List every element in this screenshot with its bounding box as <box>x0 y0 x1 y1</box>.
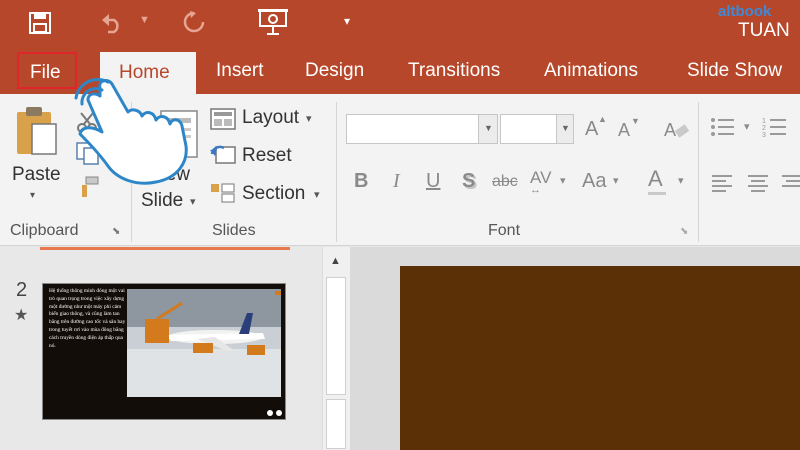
layout-button[interactable]: Layout <box>242 107 299 129</box>
shrink-arrow-icon: ▼ <box>631 116 640 126</box>
tab-insert[interactable]: Insert <box>216 60 264 82</box>
save-icon[interactable] <box>29 12 51 34</box>
align-right-icon[interactable] <box>782 174 800 192</box>
animation-star-icon[interactable]: ★ <box>14 305 28 325</box>
layout-dropdown-icon[interactable]: ▾ <box>306 112 312 125</box>
paste-icon[interactable] <box>14 106 58 156</box>
shrink-font-icon[interactable]: A <box>618 120 630 141</box>
font-color-dropdown-icon[interactable]: ▾ <box>678 174 684 187</box>
reset-button[interactable]: Reset <box>242 145 292 167</box>
chevron-down-icon: ▼ <box>484 123 493 133</box>
font-launcher-icon[interactable]: ⬊ <box>680 226 688 237</box>
airplane-deicing-image <box>127 289 281 397</box>
align-left-icon[interactable] <box>712 174 734 192</box>
repeat-icon[interactable] <box>182 10 206 34</box>
group-divider <box>698 102 699 242</box>
underline-button[interactable]: U <box>426 170 440 193</box>
italic-button[interactable]: I <box>393 170 400 193</box>
watermark-logo: altbook <box>718 3 772 20</box>
slides-group-label: Slides <box>212 222 256 239</box>
slide-number: 2 <box>16 279 28 301</box>
font-color-button[interactable]: A <box>648 166 663 192</box>
undo-icon[interactable] <box>100 12 126 34</box>
svg-text:3: 3 <box>762 132 766 138</box>
new-slide-dropdown-icon[interactable]: ▾ <box>190 195 196 208</box>
current-slide-canvas[interactable] <box>400 266 800 450</box>
spacing-dropdown-icon[interactable]: ▾ <box>560 174 566 187</box>
new-slide-button[interactable]: Slide <box>141 190 183 212</box>
start-slideshow-icon[interactable] <box>258 8 288 36</box>
thumbnail-text: Hệ thống thông minh đóng một vai trò qua… <box>49 288 126 349</box>
grow-font-icon[interactable]: A <box>585 118 598 141</box>
text-shadow-button[interactable]: S <box>462 170 475 193</box>
bullets-dropdown-icon[interactable]: ▾ <box>744 120 750 133</box>
svg-text:2: 2 <box>762 125 766 132</box>
user-name[interactable]: TUAN <box>738 20 790 42</box>
clear-formatting-icon[interactable]: A <box>664 118 690 140</box>
spacing-arrows-icon: ↔ <box>530 184 541 196</box>
clipboard-launcher-icon[interactable]: ⬊ <box>112 226 120 237</box>
numbering-icon[interactable]: 1 2 3 <box>762 116 788 138</box>
tab-animations[interactable]: Animations <box>544 60 638 82</box>
undo-dropdown-icon[interactable]: ▼ <box>139 14 150 26</box>
section-button[interactable]: Section <box>242 183 305 205</box>
chevron-down-icon: ▼ <box>561 123 570 133</box>
font-group-label: Font <box>488 222 521 239</box>
change-case-dropdown-icon[interactable]: ▾ <box>613 174 619 187</box>
scroll-indicator <box>40 247 290 250</box>
thumbnail-scrollbar[interactable]: ▲ <box>322 247 350 450</box>
font-name-input[interactable] <box>346 114 496 144</box>
font-name-dropdown[interactable]: ▼ <box>478 114 498 144</box>
svg-text:A: A <box>664 120 676 140</box>
reset-icon[interactable] <box>210 144 236 166</box>
grow-arrow-icon: ▲ <box>598 114 607 124</box>
scrollbar-track-lower[interactable] <box>326 399 346 449</box>
bullets-icon[interactable] <box>710 116 736 138</box>
group-divider <box>336 102 337 242</box>
thumbnail-media-icon <box>267 410 282 416</box>
tab-design[interactable]: Design <box>305 60 364 82</box>
bold-button[interactable]: B <box>354 170 368 193</box>
strikethrough-button[interactable]: abc <box>492 173 518 191</box>
title-bar: ▼ ▾ altbook TUAN <box>0 0 800 50</box>
tab-slide-show[interactable]: Slide Show <box>687 60 782 82</box>
paste-dropdown-icon[interactable]: ▾ <box>30 190 35 201</box>
section-icon[interactable] <box>210 182 236 204</box>
clipboard-group-label: Clipboard <box>10 222 79 239</box>
slide-thumbnail[interactable]: Hệ thống thông minh đóng một vai trò qua… <box>42 283 286 420</box>
section-dropdown-icon[interactable]: ▾ <box>314 188 320 201</box>
font-color-bar <box>648 192 666 195</box>
customize-toolbar-icon[interactable]: ▾ <box>344 14 350 28</box>
tab-transitions[interactable]: Transitions <box>408 60 500 82</box>
paste-button[interactable]: Paste <box>12 164 61 186</box>
svg-text:1: 1 <box>762 118 766 125</box>
scroll-up-icon[interactable]: ▲ <box>330 255 341 267</box>
font-size-dropdown[interactable]: ▼ <box>556 114 574 144</box>
layout-icon[interactable] <box>210 108 236 130</box>
scrollbar-thumb[interactable] <box>326 277 346 395</box>
change-case-button[interactable]: Aa <box>582 170 606 193</box>
align-center-icon[interactable] <box>748 174 770 192</box>
pointing-hand-icon <box>74 77 188 185</box>
